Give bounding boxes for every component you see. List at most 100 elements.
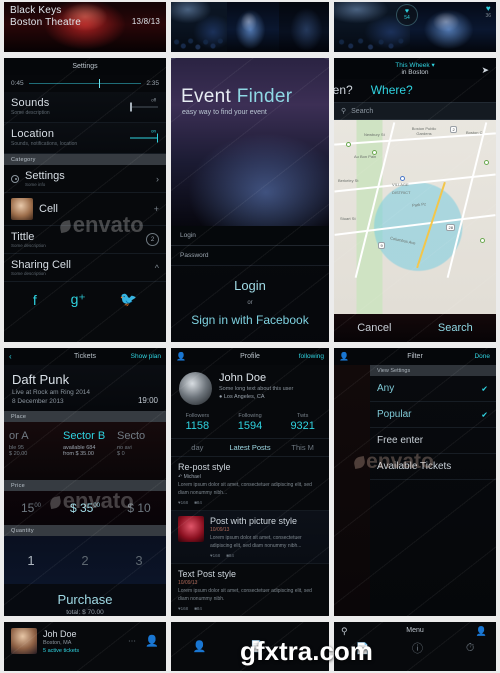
setting-row-sounds[interactable]: Sounds Some description off: [4, 92, 166, 123]
price-option[interactable]: $ 10: [112, 501, 166, 515]
filter-option-popular[interactable]: Popular ✔: [370, 402, 496, 428]
comment-count[interactable]: ■84: [226, 553, 234, 558]
price-carousel[interactable]: 1500 $ 3500 $ 10: [4, 491, 166, 525]
price-value: $ 10: [127, 501, 151, 515]
search-button[interactable]: Search: [438, 322, 473, 334]
person-add-icon[interactable]: 👤: [176, 352, 186, 361]
post-thumbnail: [178, 516, 204, 542]
sector-option[interactable]: or A ble 95 $ 20.00: [4, 422, 58, 480]
info-icon[interactable]: ⓘ: [412, 640, 423, 656]
section-header-category: Category: [4, 154, 166, 165]
quantity-option[interactable]: 2: [58, 553, 112, 568]
following-button[interactable]: following: [299, 353, 324, 360]
facebook-signin-button[interactable]: Sign in with Facebook: [191, 313, 308, 327]
map-pin[interactable]: [484, 160, 489, 165]
done-button[interactable]: Done: [474, 353, 490, 360]
tab-where[interactable]: Where?: [371, 83, 413, 97]
map-search-field[interactable]: ⚲ Search: [334, 102, 496, 120]
comment-count[interactable]: ■84: [194, 606, 202, 611]
quantity-carousel[interactable]: 1 2 3: [4, 536, 166, 584]
tab-this-month[interactable]: This M: [276, 439, 329, 456]
post-text[interactable]: Text Post style 10/09/13 Lorem ipsum dol…: [171, 564, 329, 616]
like-badge[interactable]: ♥ 54: [396, 4, 418, 26]
cell-cell[interactable]: Cell +: [4, 193, 166, 226]
map-pin[interactable]: [480, 238, 485, 243]
settings-screen: Settings 0:45 2:35 Sounds Some descripti…: [4, 58, 166, 342]
section-header-quantity: Quantity: [4, 525, 166, 536]
map-period[interactable]: This Wheek ▾: [334, 61, 496, 69]
slider-track[interactable]: [28, 79, 142, 88]
like-count[interactable]: ♥168: [178, 606, 188, 611]
tab-day[interactable]: day: [171, 439, 224, 456]
toggle-location[interactable]: on: [130, 129, 158, 143]
map-pin[interactable]: [372, 150, 377, 155]
record-icon: [11, 174, 19, 183]
facebook-icon[interactable]: f: [33, 292, 37, 308]
comment-count[interactable]: ■84: [194, 500, 202, 505]
document-icon[interactable]: 📄: [355, 642, 369, 655]
banner-photo-strip-mid[interactable]: [171, 2, 329, 52]
sector-option[interactable]: Secto no avi $ 0: [112, 422, 166, 480]
stat-following[interactable]: Following 1594: [224, 413, 277, 432]
back-button[interactable]: ‹: [9, 352, 12, 361]
stat-twts[interactable]: Twts 9321: [276, 413, 329, 432]
toggle-sounds[interactable]: off: [130, 98, 158, 112]
toggle-state-label: off: [151, 97, 156, 103]
locate-arrow-icon[interactable]: ➤: [481, 65, 489, 76]
map-pin[interactable]: [346, 142, 351, 147]
user-cell[interactable]: Joh Doe Boston, MA 5 active tickets ⋯ 👤: [4, 622, 166, 660]
filter-label: Any: [377, 383, 395, 394]
tab-latest-posts[interactable]: Latest Posts: [224, 439, 277, 456]
map-pin-selected[interactable]: [400, 176, 405, 181]
purchase-button[interactable]: Purchase: [4, 592, 166, 607]
person-add-icon[interactable]: 👤: [145, 635, 159, 648]
cell-tittle[interactable]: Tittle Some description 2: [4, 226, 166, 254]
price-option-selected[interactable]: $ 3500: [58, 501, 112, 515]
show-plan-button[interactable]: Show plan: [131, 353, 161, 360]
document-icon[interactable]: 📄: [250, 640, 264, 653]
playback-slider-row[interactable]: 0:45 2:35: [4, 75, 166, 92]
login-button[interactable]: Login: [234, 278, 266, 293]
person-add-icon[interactable]: 👤: [339, 352, 349, 361]
map-canvas[interactable]: Newbury St Boston Public Gardens Au Bon …: [334, 120, 496, 314]
sector-carousel[interactable]: or A ble 95 $ 20.00 Sector B available 6…: [4, 422, 166, 480]
slider-knob[interactable]: [98, 79, 101, 88]
post-repost[interactable]: Re-post style ↶ Michael Lorem ipsum dolo…: [171, 457, 329, 511]
person-add-icon[interactable]: 👤: [193, 640, 207, 653]
filter-option-any[interactable]: Any ✔: [370, 376, 496, 402]
like-badge-right[interactable]: ♥ 36: [485, 4, 491, 19]
google-plus-icon[interactable]: g⁺: [71, 291, 86, 308]
avatar[interactable]: [179, 372, 212, 405]
repost-icon: ↶: [178, 474, 183, 480]
cell-settings[interactable]: Settings Some info ›: [4, 165, 166, 193]
twitter-icon[interactable]: 🐦: [120, 291, 137, 308]
price-option[interactable]: 1500: [4, 501, 58, 515]
clock-icon[interactable]: ⏱: [466, 642, 475, 655]
banner-event-card[interactable]: Black Keys Boston Theatre 13/8/13: [4, 2, 166, 52]
cancel-button[interactable]: Cancel: [357, 322, 391, 334]
setting-row-location[interactable]: Location Sounds, notifications, location…: [4, 123, 166, 154]
like-count[interactable]: ♥168: [178, 500, 188, 505]
filter-option-available-tickets[interactable]: Available Tickets: [370, 454, 496, 480]
filter-option-free-enter[interactable]: Free enter: [370, 428, 496, 454]
login-input[interactable]: Login: [171, 226, 329, 246]
quantity-option-selected[interactable]: 1: [4, 553, 58, 568]
quantity-option[interactable]: 3: [112, 553, 166, 568]
map-label: Boston C: [466, 130, 483, 135]
road-line: [334, 214, 496, 236]
plus-icon[interactable]: +: [154, 204, 159, 214]
tab-when[interactable]: hen?: [334, 83, 353, 97]
search-icon[interactable]: ⚲: [341, 626, 348, 637]
event-subtitle: Live at Rock am Ring 2014: [12, 389, 91, 396]
cell-sharing[interactable]: Sharing Cell Some description ^: [4, 254, 166, 282]
ellipsis-icon[interactable]: ⋯: [128, 637, 136, 646]
person-add-icon[interactable]: 👤: [476, 626, 487, 637]
banner-photo-strip-right[interactable]: ♥ 54 ♥ 36: [334, 2, 496, 52]
post-with-picture[interactable]: Post with picture style 10/09/13 Lorem i…: [171, 511, 329, 564]
filter-navbar: 👤 Filter Done: [334, 348, 496, 365]
chevron-up-icon[interactable]: ^: [155, 263, 159, 273]
profile-name: John Doe: [219, 372, 267, 384]
like-count[interactable]: ♥168: [210, 553, 220, 558]
stat-followers[interactable]: Followers 1158: [171, 413, 224, 432]
sector-option-selected[interactable]: Sector B available 684 from $ 35.00: [58, 422, 112, 480]
